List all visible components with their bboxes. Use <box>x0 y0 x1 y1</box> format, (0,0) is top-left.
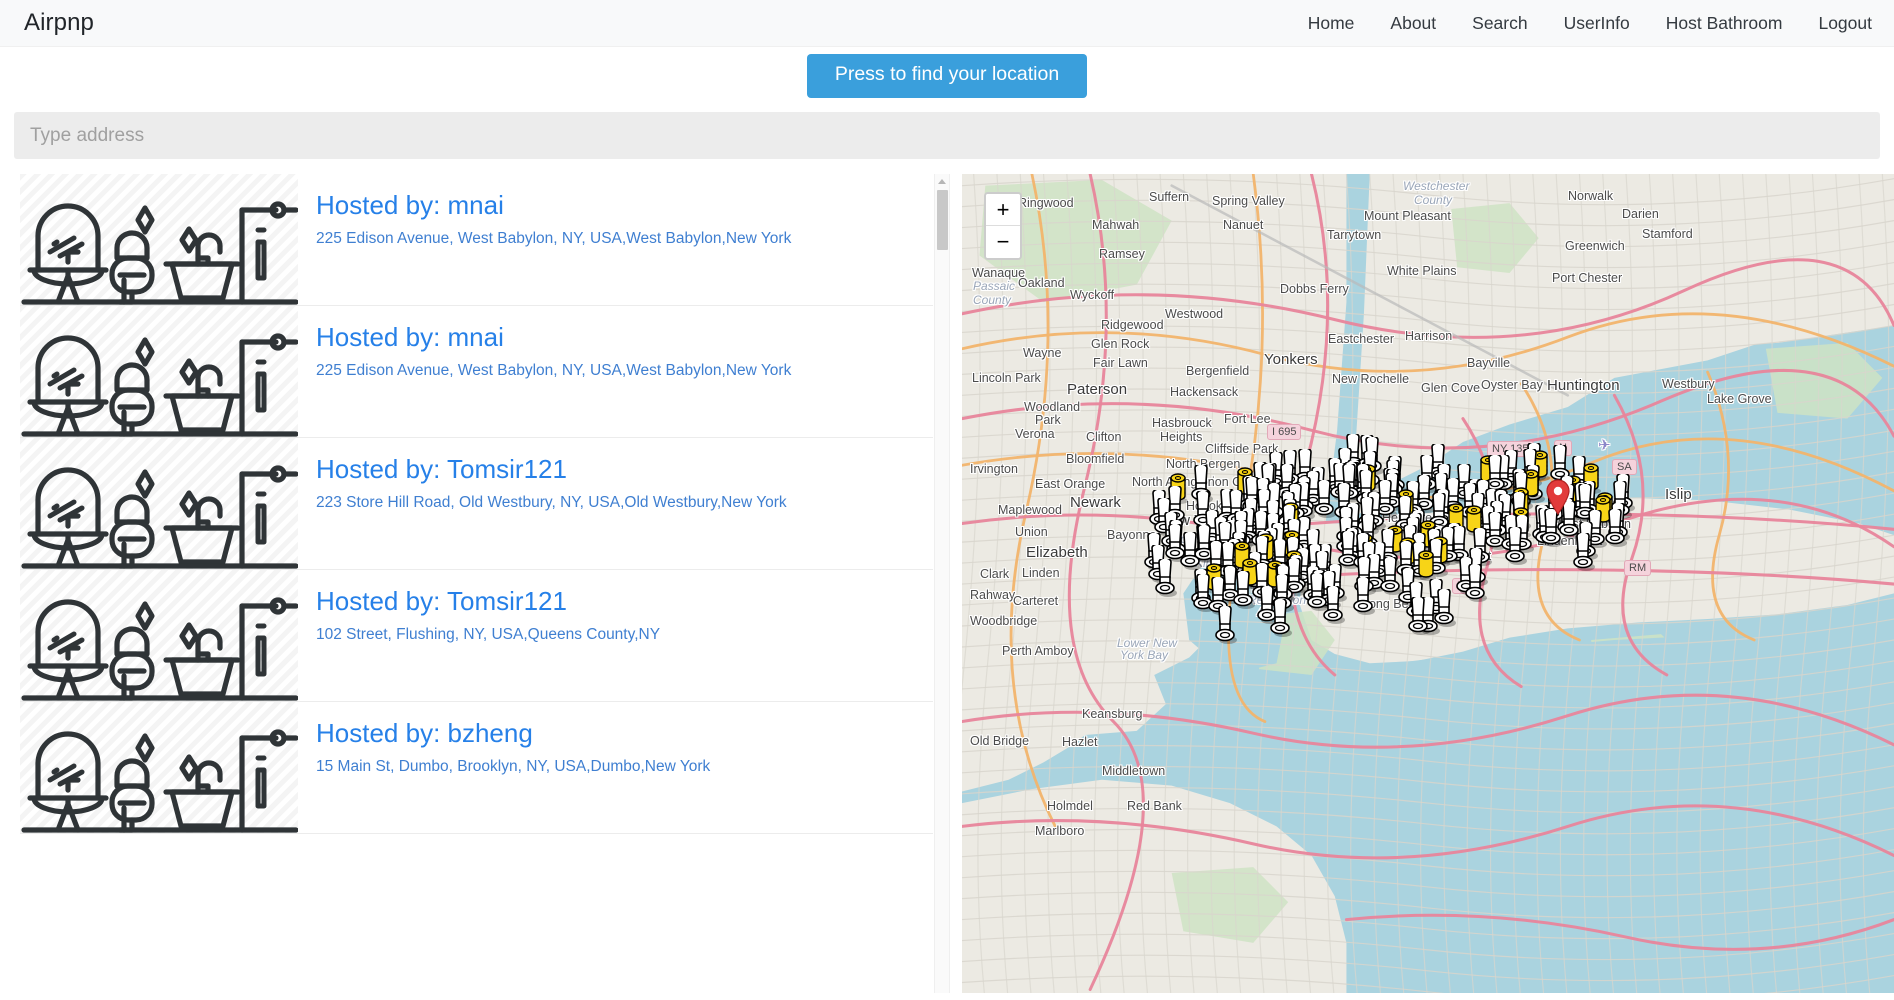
listings-scrollbar[interactable] <box>934 174 950 993</box>
brand-logo[interactable]: Airpnp <box>24 9 94 37</box>
bathroom-thumbnail-icon[interactable] <box>20 174 298 305</box>
listing-card[interactable]: Hosted by: mnai 225 Edison Avenue, West B… <box>20 174 933 306</box>
main-split: Hosted by: mnai 225 Edison Avenue, West B… <box>0 174 1894 993</box>
address-search-input[interactable] <box>14 112 1880 159</box>
listing-body: Hosted by: bzheng 15 Main St, Dumbo, Broo… <box>298 702 933 833</box>
nav-link-userinfo[interactable]: UserInfo <box>1546 13 1648 34</box>
bathroom-thumbnail-icon[interactable] <box>20 570 298 701</box>
listing-host-title[interactable]: Hosted by: Tomsir121 <box>316 454 933 485</box>
nav-links: Home About Search UserInfo Host Bathroom… <box>1290 13 1872 34</box>
find-location-button[interactable]: Press to find your location <box>806 54 1088 98</box>
locate-row: Press to find your location <box>0 47 1894 105</box>
nav-link-about[interactable]: About <box>1372 13 1454 34</box>
listing-address[interactable]: 15 Main St, Dumbo, Brooklyn, NY, USA,Dum… <box>316 758 933 777</box>
nav-link-home[interactable]: Home <box>1290 13 1373 34</box>
listing-host-title[interactable]: Hosted by: bzheng <box>316 718 933 749</box>
nav-link-host-bathroom[interactable]: Host Bathroom <box>1648 13 1801 34</box>
toilet-marker-icon[interactable] <box>1320 586 1350 626</box>
nav-link-logout[interactable]: Logout <box>1800 13 1872 34</box>
toilet-marker-icon[interactable] <box>1462 564 1492 604</box>
scroll-up-arrow-icon[interactable] <box>938 179 946 184</box>
listing-address[interactable]: 102 Street, Flushing, NY, USA,Queens Cou… <box>316 626 933 645</box>
listings-panel[interactable]: Hosted by: mnai 225 Edison Avenue, West B… <box>0 174 945 993</box>
toilet-marker-icon[interactable] <box>1405 597 1435 637</box>
listing-card[interactable]: Hosted by: mnai 225 Edison Avenue, West B… <box>20 306 933 438</box>
top-navbar: Airpnp Home About Search UserInfo Host B… <box>0 0 1894 47</box>
scrollbar-thumb[interactable] <box>937 190 948 250</box>
search-row <box>0 105 1894 159</box>
nav-link-search[interactable]: Search <box>1454 13 1545 34</box>
listing-body: Hosted by: Tomsir121 223 Store Hill Road,… <box>298 438 933 569</box>
red-location-pin-icon[interactable] <box>1545 479 1571 515</box>
toilet-marker-icon[interactable] <box>1502 527 1532 567</box>
bathroom-thumbnail-icon[interactable] <box>20 438 298 569</box>
toilet-marker-icon[interactable] <box>1212 606 1242 646</box>
zoom-in-button[interactable]: + <box>986 194 1020 226</box>
zoom-out-button[interactable]: − <box>986 226 1020 258</box>
listing-host-title[interactable]: Hosted by: mnai <box>316 322 933 353</box>
listing-host-title[interactable]: Hosted by: mnai <box>316 190 933 221</box>
map-panel[interactable]: + − Ringwood Suffern Spring Valley Mount Pl… <box>962 174 1894 993</box>
listing-card[interactable]: Hosted by: Tomsir121 223 Store Hill Road,… <box>20 438 933 570</box>
listing-body: Hosted by: Tomsir121 102 Street, Flushing… <box>298 570 933 701</box>
listing-body: Hosted by: mnai 225 Edison Avenue, West B… <box>298 306 933 437</box>
listing-host-title[interactable]: Hosted by: Tomsir121 <box>316 586 933 617</box>
listing-address[interactable]: 225 Edison Avenue, West Babylon, NY, USA… <box>316 362 933 381</box>
listing-body: Hosted by: mnai 225 Edison Avenue, West B… <box>298 174 933 305</box>
bathroom-thumbnail-icon[interactable] <box>20 306 298 437</box>
toilet-marker-icon[interactable] <box>1538 509 1568 549</box>
toilet-marker-icon[interactable] <box>1152 559 1182 599</box>
listing-card[interactable]: Hosted by: bzheng 15 Main St, Dumbo, Broo… <box>20 702 933 834</box>
toilet-marker-icon[interactable] <box>1267 599 1297 639</box>
bathroom-thumbnail-icon[interactable] <box>20 702 298 833</box>
toilet-marker-icon[interactable] <box>1350 577 1380 617</box>
toilet-marker-icon[interactable] <box>1570 533 1600 573</box>
listing-card[interactable]: Hosted by: Tomsir121 102 Street, Flushing… <box>20 570 933 702</box>
map-zoom-control: + − <box>984 192 1022 260</box>
listing-address[interactable]: 223 Store Hill Road, Old Westbury, NY, U… <box>316 494 933 513</box>
listing-address[interactable]: 225 Edison Avenue, West Babylon, NY, USA… <box>316 230 933 249</box>
